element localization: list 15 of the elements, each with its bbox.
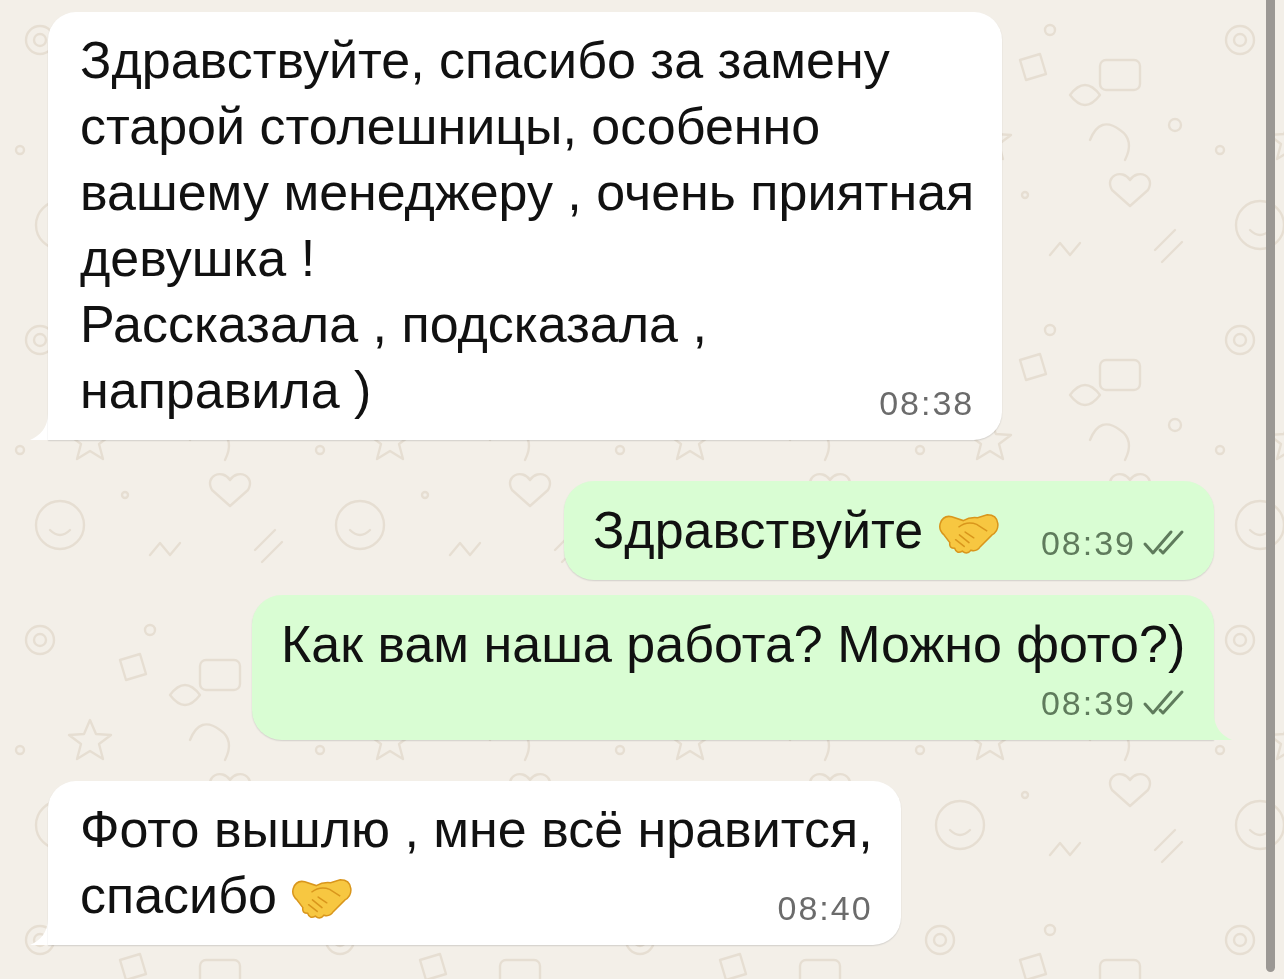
message-text: Здравствуйте bbox=[592, 501, 924, 559]
scroll-indicator[interactable] bbox=[1266, 0, 1275, 972]
message-text: Как вам наша работа? Можно фото?) bbox=[281, 615, 1186, 673]
message-time: 08:39 bbox=[1040, 683, 1136, 723]
message-text: направила ) bbox=[80, 361, 372, 419]
message-text: старой столешницы, особенно bbox=[80, 97, 821, 155]
message-time: 08:40 bbox=[777, 888, 873, 928]
message-text: девушка ! bbox=[80, 229, 316, 287]
message-text: Фото вышлю , мне всё нравится, bbox=[80, 800, 873, 858]
message-text: вашему менеджеру , очень приятная bbox=[80, 163, 975, 221]
message-text: Рассказала , подсказала , bbox=[80, 295, 707, 353]
message-time: 08:39 bbox=[1040, 523, 1136, 563]
message-text: спасибо bbox=[80, 866, 277, 924]
message-text: Здравствуйте, спасибо за замену bbox=[80, 31, 890, 89]
message-time: 08:38 bbox=[879, 383, 975, 423]
